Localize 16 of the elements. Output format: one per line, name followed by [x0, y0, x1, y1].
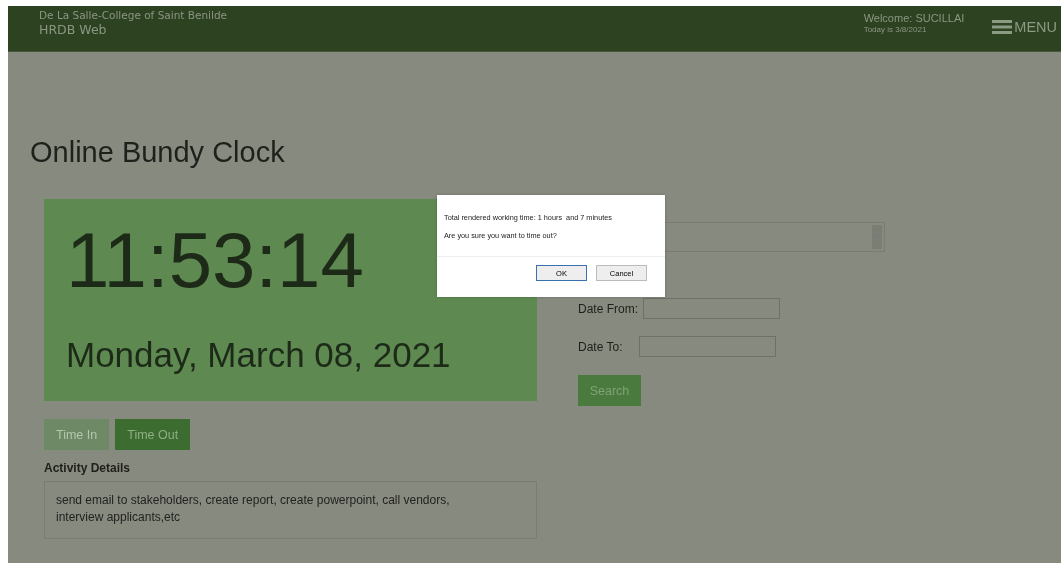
activity-field[interactable]: send email to stakeholders, create report, create powerpoint, call vendors, interview applicants,etc	[44, 481, 537, 539]
page-title: Online Bundy Clock	[30, 135, 286, 170]
clock-date: Monday, March 08, 2021	[66, 335, 451, 375]
clock-time: 11:53:14	[66, 221, 364, 299]
field-label: Date From:	[578, 301, 639, 316]
date-to-field[interactable]	[639, 336, 776, 357]
app-name: HRDB Web	[39, 22, 108, 37]
organization-name: De La Salle-College of Saint Benilde	[39, 9, 229, 21]
field-label: Date To:	[578, 339, 624, 354]
menu-icon	[992, 19, 1013, 35]
field-label: Activity Details	[44, 461, 132, 475]
time-button[interactable]: Time Out	[115, 419, 191, 450]
menu-button[interactable]: MENU	[992, 19, 1061, 35]
date-text: Today is 3/8/2021	[863, 25, 928, 34]
welcome-text: Welcome: SUCILLAI	[863, 12, 965, 24]
date-from-field[interactable]	[643, 298, 780, 319]
